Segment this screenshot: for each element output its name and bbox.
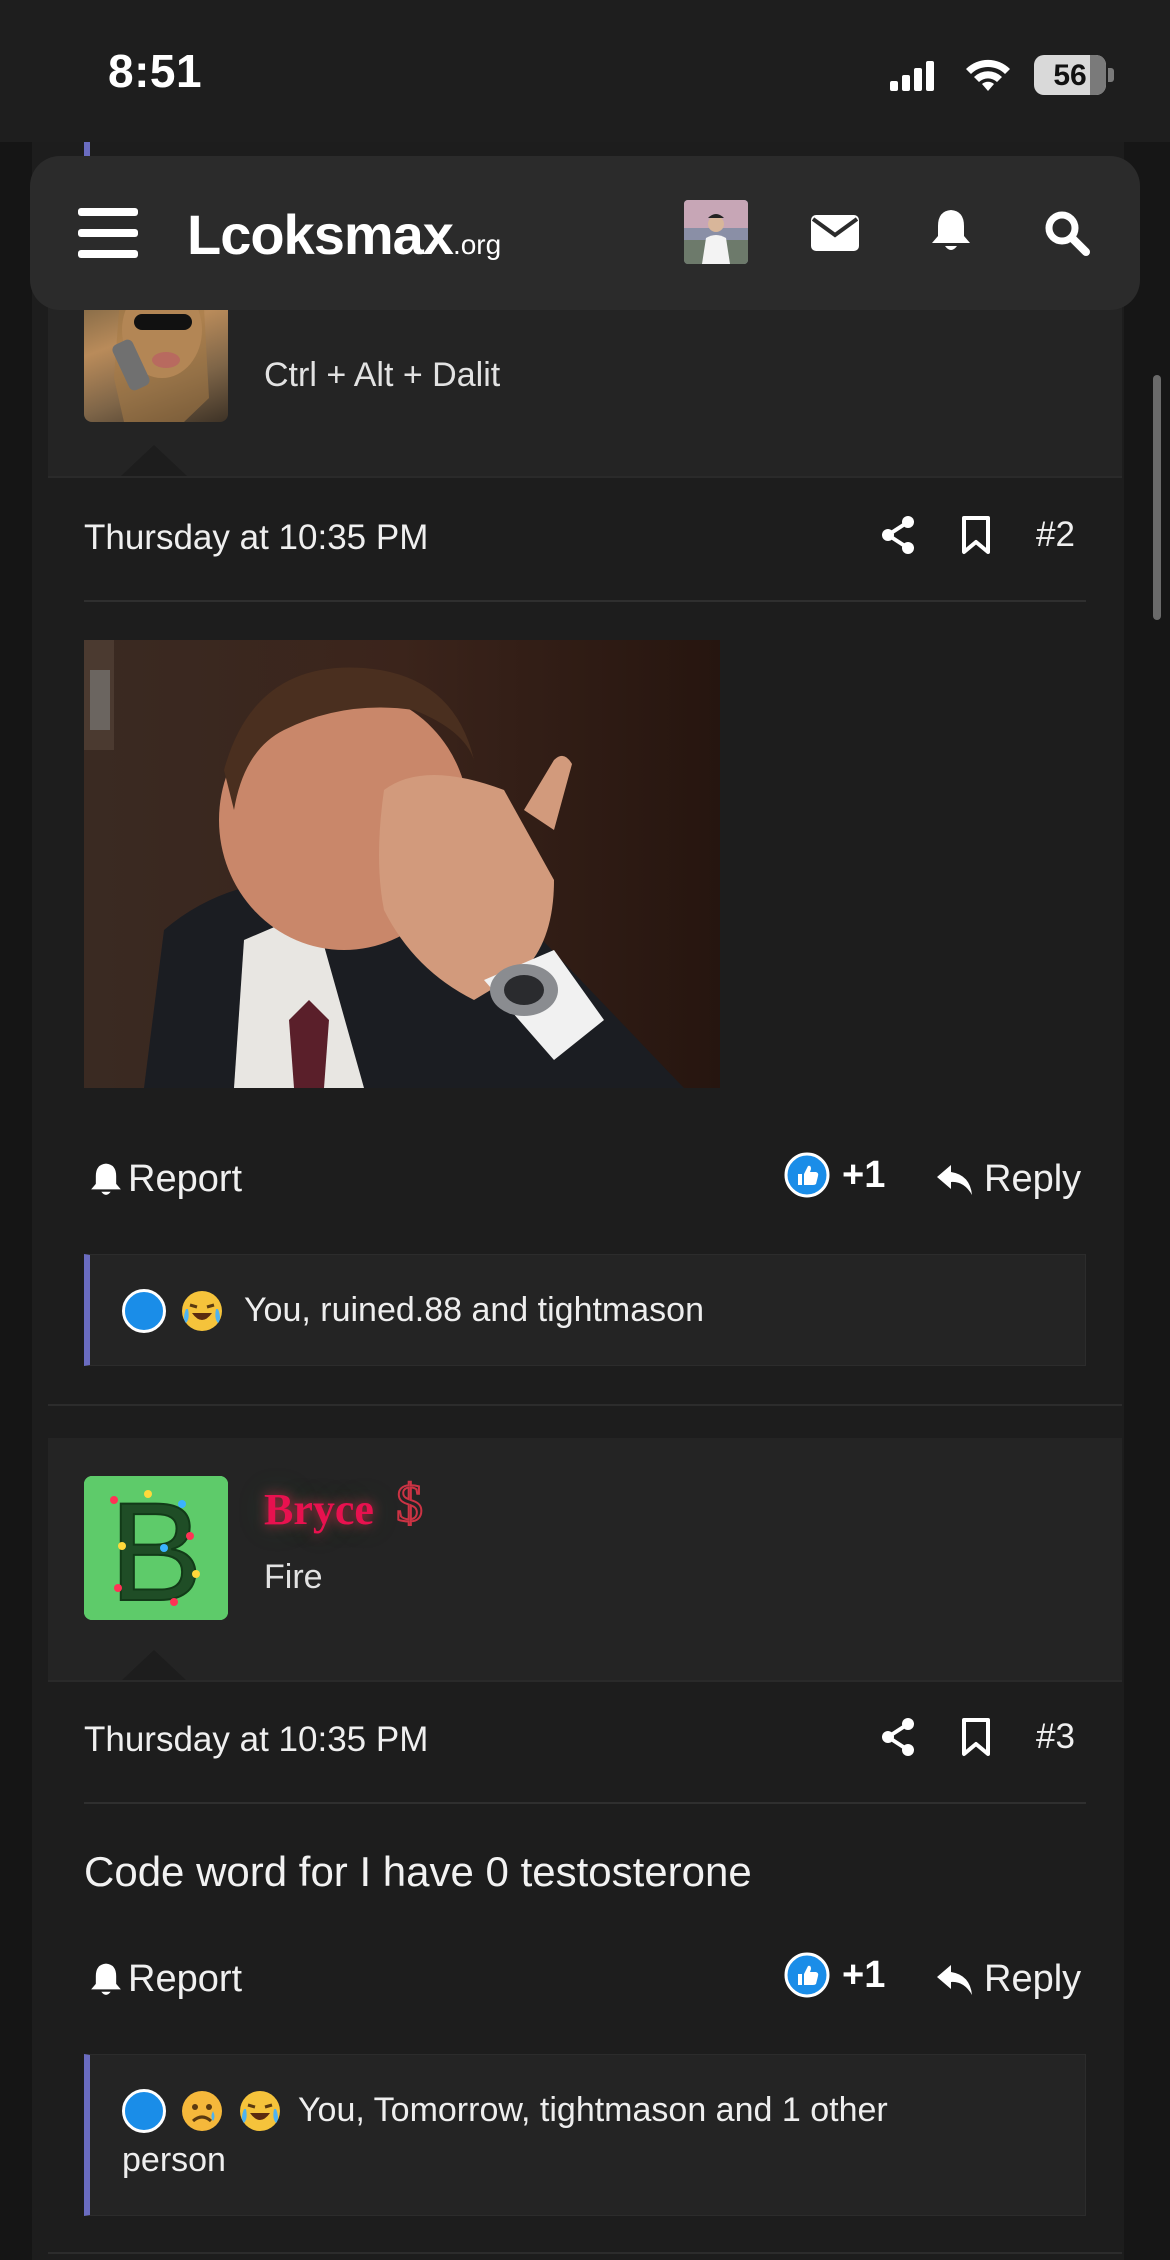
- reply-arrow-icon: [937, 1164, 972, 1195]
- wifi-icon: [966, 59, 1010, 91]
- post3-avatar-image: B: [84, 1476, 228, 1620]
- site-logo[interactable]: Lcoksmax.org: [187, 202, 501, 267]
- logo-main-text: Lcoksmax: [187, 203, 454, 266]
- post3-report-button[interactable]: Report: [90, 1958, 242, 2001]
- like-reaction-icon: [122, 1289, 166, 1333]
- post3-avatar[interactable]: B: [84, 1476, 228, 1620]
- post1-user-title: Ctrl + Alt + Dalit: [264, 356, 501, 394]
- scrollbar[interactable]: [1153, 375, 1161, 620]
- facepalm-photo: [84, 640, 720, 1088]
- post3-reactions-line1[interactable]: You, Tomorrow, tightmason and 1 other: [298, 2091, 888, 2130]
- post2-like-count: +1: [842, 1153, 886, 1196]
- bell-icon: [932, 210, 970, 250]
- post3-like-count: +1: [842, 1953, 886, 1996]
- bell-icon: [91, 1963, 121, 1995]
- screen: 8:51 56 Ctrl + Alt + Dalit Lcoksmax.org …: [0, 0, 1170, 2260]
- post2-report-button[interactable]: Report: [90, 1158, 242, 1201]
- post3-body: Code word for I have 0 testosterone: [84, 1848, 752, 1895]
- post2-reactions-text[interactable]: You, ruined.88 and tightmason: [244, 1291, 704, 1330]
- reply-arrow-icon: [937, 1964, 972, 1995]
- thumbs-up-icon: [784, 1952, 830, 1998]
- menu-button[interactable]: [78, 204, 138, 262]
- logo-suffix-text: .org: [452, 229, 502, 260]
- battery-icon: 56: [1034, 55, 1106, 95]
- post3-number[interactable]: #3: [1036, 1717, 1075, 1757]
- status-bar: 8:51 56: [0, 0, 1170, 142]
- post3-like-button[interactable]: +1: [784, 1952, 885, 1998]
- laugh-cry-reaction-icon: [182, 1291, 222, 1331]
- post2-reactions-bar[interactable]: You, ruined.88 and tightmason: [84, 1254, 1086, 1366]
- top-navigation-bar: Lcoksmax.org: [30, 156, 1140, 310]
- post3-user-title: Fire: [264, 1558, 323, 1596]
- post2-number[interactable]: #2: [1036, 515, 1075, 555]
- post2-timestamp[interactable]: Thursday at 10:35 PM: [84, 518, 428, 558]
- account-avatar[interactable]: [684, 200, 748, 264]
- bookmark-icon[interactable]: [960, 515, 992, 555]
- post3-reactions-bar[interactable]: You, Tomorrow, tightmason and 1 other pe…: [84, 2054, 1086, 2216]
- status-time: 8:51: [108, 45, 203, 97]
- post2-report-label: Report: [128, 1158, 243, 1200]
- quote-accent-remnant: [84, 142, 90, 156]
- laugh-cry-reaction-icon: [240, 2091, 280, 2131]
- post2-attached-image[interactable]: [84, 640, 720, 1088]
- post2-reply-button[interactable]: Reply: [936, 1158, 1081, 1201]
- envelope-icon: [811, 215, 859, 251]
- battery-level: 56: [1053, 59, 1087, 92]
- bookmark-icon[interactable]: [960, 1717, 992, 1757]
- post3-meta-actions: #3: [880, 1717, 1075, 1757]
- post3-timestamp[interactable]: Thursday at 10:35 PM: [84, 1720, 428, 1760]
- post2-like-button[interactable]: +1: [784, 1152, 885, 1198]
- post3-reply-button[interactable]: Reply: [936, 1958, 1081, 2001]
- account-avatar-image: [684, 200, 748, 264]
- share-icon[interactable]: [880, 1717, 916, 1757]
- sad-reaction-icon: [182, 2091, 222, 2131]
- donor-badge-icon: $: [395, 1472, 424, 1534]
- post3-report-label: Report: [128, 1958, 243, 2000]
- like-reaction-icon: [122, 2089, 166, 2133]
- inbox-button[interactable]: [810, 208, 860, 258]
- post3-username[interactable]: Bryce: [264, 1484, 374, 1535]
- search-button[interactable]: [1042, 208, 1092, 258]
- status-icons: 56: [890, 52, 1114, 98]
- cellular-signal-icon: [890, 61, 934, 91]
- post3-reply-label: Reply: [984, 1958, 1082, 2000]
- alerts-button[interactable]: [928, 206, 974, 256]
- share-icon[interactable]: [880, 515, 916, 555]
- hamburger-menu-icon: [78, 208, 138, 258]
- post3-reactions-line2[interactable]: person: [122, 2141, 226, 2180]
- post2-reply-label: Reply: [984, 1158, 1082, 1200]
- thumbs-up-icon: [784, 1152, 830, 1198]
- search-icon: [1045, 211, 1090, 256]
- post2-meta-actions: #2: [880, 515, 1075, 555]
- bell-icon: [91, 1163, 121, 1195]
